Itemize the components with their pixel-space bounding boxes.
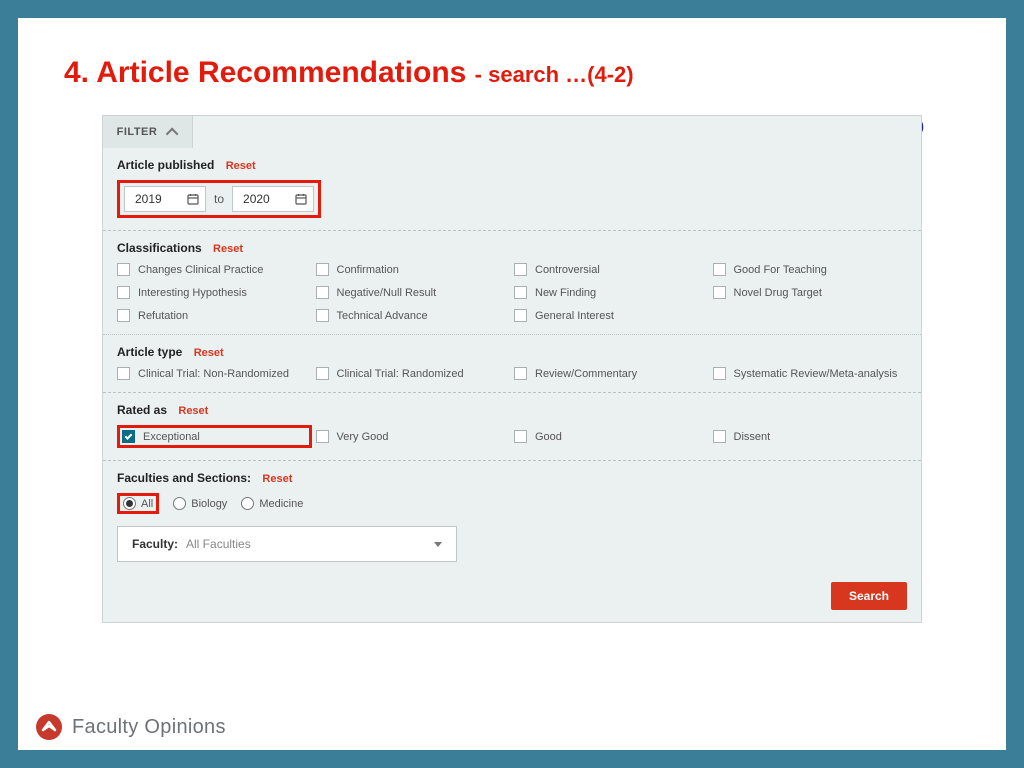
section-article-published: Article published Reset 2019 to 2020 (103, 148, 921, 231)
checkbox-icon (514, 430, 527, 443)
classifications-label: Classifications (117, 241, 202, 255)
checkbox-icon (316, 309, 329, 322)
checkbox-checked-icon (122, 430, 135, 443)
faculty-dropdown-label: Faculty: (132, 537, 178, 551)
section-faculties: Faculties and Sections: Reset All Biolog… (103, 461, 921, 574)
checkbox-icon (117, 309, 130, 322)
date-from-value: 2019 (135, 192, 162, 206)
checkbox-icon (117, 367, 130, 380)
date-to-value: 2020 (243, 192, 270, 206)
radio-icon (173, 497, 186, 510)
section-heading: Classifications Reset (117, 241, 907, 255)
checkbox-icon (514, 263, 527, 276)
checkbox-icon (316, 286, 329, 299)
to-label: to (214, 192, 224, 206)
reset-link[interactable]: Reset (262, 473, 292, 485)
checkbox-item[interactable]: Refutation (117, 309, 312, 322)
caret-down-icon (434, 542, 442, 547)
section-rated-as: Rated as Reset Exceptional Very Good Goo… (103, 393, 921, 461)
checkbox-item[interactable]: Controversial (514, 263, 709, 276)
checkbox-item[interactable]: General Interest (514, 309, 709, 322)
checkbox-icon (514, 309, 527, 322)
reset-link[interactable]: Reset (194, 347, 224, 359)
title-main: 4. Article Recommendations (64, 56, 475, 89)
filter-header: FILTER (103, 116, 921, 148)
reset-link[interactable]: Reset (213, 243, 243, 255)
checkbox-item[interactable]: Very Good (316, 425, 511, 448)
search-row: Search (103, 574, 921, 622)
radio-biology[interactable]: Biology (173, 497, 227, 510)
checkbox-icon (117, 263, 130, 276)
checkbox-icon (514, 286, 527, 299)
checkbox-item[interactable]: Changes Clinical Practice (117, 263, 312, 276)
radio-all[interactable]: All (123, 497, 153, 510)
article-type-label: Article type (117, 345, 182, 359)
slide-page: 4. Article Recommendations - search …(4-… (18, 18, 1006, 750)
highlight-date-range: 2019 to 2020 (117, 180, 321, 218)
footer-brand-text: Faculty Opinions (72, 716, 226, 739)
section-heading: Rated as Reset (117, 403, 907, 417)
faculty-radio-group: All Biology Medicine (117, 493, 907, 514)
checkbox-item[interactable]: Confirmation (316, 263, 511, 276)
section-article-type: Article type Reset Clinical Trial: Non-R… (103, 335, 921, 393)
reset-link[interactable]: Reset (178, 405, 208, 417)
faculty-opinions-logo-icon (36, 714, 62, 740)
checkbox-item[interactable]: Novel Drug Target (713, 286, 908, 299)
checkbox-item[interactable]: Exceptional (122, 430, 200, 443)
checkbox-item[interactable]: Interesting Hypothesis (117, 286, 312, 299)
checkbox-item[interactable]: Good For Teaching (713, 263, 908, 276)
checkbox-icon (316, 263, 329, 276)
classifications-grid: Changes Clinical Practice Confirmation C… (117, 263, 907, 322)
checkbox-item[interactable]: Clinical Trial: Randomized (316, 367, 511, 380)
slide-title: 4. Article Recommendations - search …(4-… (64, 56, 960, 90)
checkbox-icon (316, 430, 329, 443)
filter-label: FILTER (117, 126, 158, 138)
checkbox-icon (713, 263, 726, 276)
chevron-up-icon (166, 127, 179, 140)
checkbox-item[interactable]: Good (514, 425, 709, 448)
checkbox-item[interactable]: Negative/Null Result (316, 286, 511, 299)
filter-toggle-button[interactable]: FILTER (103, 116, 193, 148)
faculty-dropdown[interactable]: Faculty: All Faculties (117, 526, 457, 562)
footer-brand: Faculty Opinions (36, 714, 226, 740)
checkbox-icon (713, 367, 726, 380)
section-heading: Article type Reset (117, 345, 907, 359)
section-heading: Faculties and Sections: Reset (117, 471, 907, 485)
article-type-grid: Clinical Trial: Non-Randomized Clinical … (117, 367, 907, 380)
rated-as-grid: Exceptional Very Good Good Dissent (117, 425, 907, 448)
checkbox-icon (713, 286, 726, 299)
radio-icon (241, 497, 254, 510)
checkbox-icon (514, 367, 527, 380)
search-button[interactable]: Search (831, 582, 907, 610)
radio-medicine[interactable]: Medicine (241, 497, 303, 510)
calendar-icon (187, 193, 199, 205)
highlight-exceptional: Exceptional (117, 425, 312, 448)
checkbox-item[interactable]: Technical Advance (316, 309, 511, 322)
rated-as-label: Rated as (117, 403, 167, 417)
highlight-all-radio: All (117, 493, 159, 514)
reset-link[interactable]: Reset (226, 160, 256, 172)
checkbox-item[interactable]: Clinical Trial: Non-Randomized (117, 367, 312, 380)
checkbox-item[interactable]: New Finding (514, 286, 709, 299)
section-classifications: Classifications Reset Changes Clinical P… (103, 231, 921, 335)
title-sub: - search …(4-2) (475, 62, 634, 87)
checkbox-item[interactable]: Review/Commentary (514, 367, 709, 380)
date-from-input[interactable]: 2019 (124, 186, 206, 212)
date-to-input[interactable]: 2020 (232, 186, 314, 212)
checkbox-icon (316, 367, 329, 380)
section-heading: Article published Reset (117, 158, 907, 172)
checkbox-item[interactable]: Dissent (713, 425, 908, 448)
radio-selected-icon (123, 497, 136, 510)
filter-panel: FILTER Article published Reset 2019 t (102, 115, 922, 623)
faculties-label: Faculties and Sections: (117, 471, 251, 485)
checkbox-item[interactable]: Systematic Review/Meta-analysis (713, 367, 908, 380)
article-published-label: Article published (117, 158, 214, 172)
checkbox-icon (117, 286, 130, 299)
calendar-icon (295, 193, 307, 205)
faculty-dropdown-value: All Faculties (186, 537, 426, 551)
checkbox-icon (713, 430, 726, 443)
